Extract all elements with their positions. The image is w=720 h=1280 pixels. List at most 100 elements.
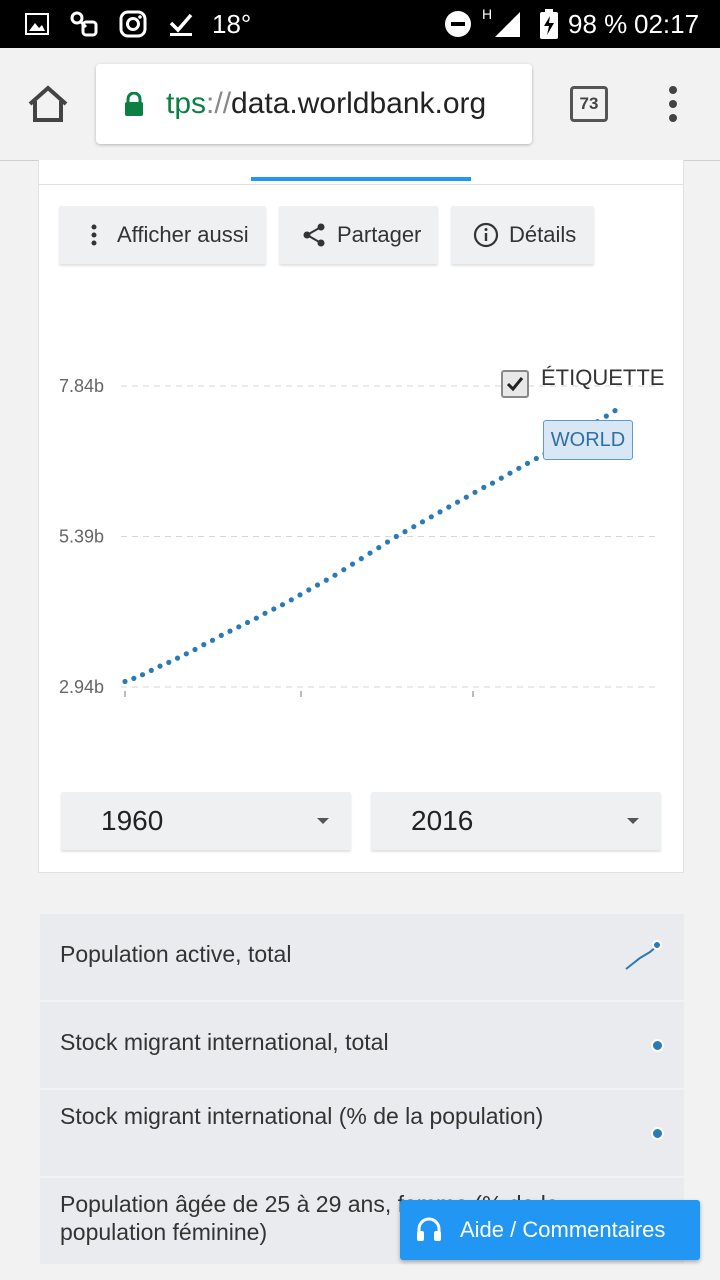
data-point [314,582,321,588]
tab-switcher-button[interactable]: 73 [570,86,608,122]
active-tab-indicator [251,177,471,181]
data-point [472,489,478,495]
data-point [489,480,496,486]
data-point [358,556,364,562]
data-point [244,619,251,626]
data-point [262,610,268,616]
y-tick-label: 2.94b [59,677,104,697]
data-point [297,592,303,598]
help-feedback-button[interactable]: Aide / Commentaires [400,1200,700,1260]
data-point [306,587,312,593]
data-point [411,524,417,530]
end-year-value: 2016 [411,805,474,836]
data-point [271,606,277,612]
show-also-button[interactable]: Afficher aussi [59,206,266,264]
list-item[interactable]: Stock migrant international (% de la pop… [40,1090,684,1176]
url-bar[interactable]: tps://data.worldbank.org [96,64,532,144]
end-year-select[interactable]: 2016 [371,792,661,850]
dot-icon [651,1127,664,1140]
data-point [367,550,373,556]
data-point [428,514,434,520]
data-point [227,628,233,634]
data-point [122,678,128,685]
dropdown-caret-icon [627,818,639,824]
dot-icon [651,1039,664,1052]
start-year-select[interactable]: 1960 [61,792,351,850]
clock: 02:17 [634,9,700,39]
data-point [279,602,286,608]
network-type: H [482,6,493,22]
lock-icon [124,91,144,116]
data-point [516,465,522,471]
data-point [393,533,399,540]
data-point [446,504,452,510]
download-done-icon [166,10,196,38]
data-point [288,597,294,603]
info-icon [469,220,503,250]
start-year-value: 1960 [101,805,164,836]
data-point [253,615,259,621]
chart-card: Afficher aussi Partager Détails 7.84b 5.3… [38,160,684,873]
browser-menu-icon[interactable] [668,86,678,122]
data-point [437,509,443,515]
indicator-label: Stock migrant international (% de la pop… [60,1103,544,1129]
details-button[interactable]: Détails [451,206,594,264]
data-point [463,494,469,500]
data-point [341,567,347,573]
label-checkbox[interactable] [501,370,529,398]
instagram-icon [118,10,148,38]
battery-level: 98 % [568,9,628,39]
indicator-label: Population active, total [60,941,292,967]
data-point [218,632,224,638]
data-point [131,675,137,681]
list-item[interactable]: Stock migrant international, total [40,1002,684,1088]
status-bar: 18° H 98 % 02:17 [0,0,720,48]
url-text: tps://data.worldbank.org [166,87,487,120]
headset-icon [417,1217,441,1241]
y-tick-label: 7.84b [59,376,104,396]
signal-icon [492,10,522,38]
data-point [201,642,207,648]
data-point [236,624,242,630]
y-tick-label: 5.39b [59,527,104,547]
data-point [507,470,513,476]
temperature: 18° [212,9,252,39]
data-point [419,519,426,525]
share-icon [297,220,331,250]
details-label: Détails [509,222,577,247]
sparkline-icon [625,940,662,970]
data-point [139,672,146,678]
data-point [454,499,461,505]
link-icon [68,10,100,38]
indicator-label: Stock migrant international, total [60,1029,389,1055]
label-toggle[interactable]: ÉTIQUETTE [501,358,664,398]
data-point [166,659,172,665]
data-point [603,413,609,419]
label-toggle-text: ÉTIQUETTE [541,365,665,390]
share-label: Partager [337,222,422,247]
do-not-disturb-icon [444,10,472,38]
show-also-label: Afficher aussi [117,222,249,247]
data-point [533,455,539,462]
home-icon[interactable] [26,84,70,124]
battery-charging-icon [538,9,560,39]
data-point [376,545,382,551]
help-feedback-label: Aide / Commentaires [460,1217,666,1242]
data-point [174,655,181,661]
data-point [384,539,391,545]
list-item[interactable]: Population active, total [40,914,684,1000]
data-point [612,408,618,414]
data-point [349,561,356,567]
data-point [402,529,408,535]
dropdown-caret-icon [317,818,329,824]
data-point [481,484,487,490]
data-point [524,460,531,466]
browser-toolbar: tps://data.worldbank.org 73 [0,48,720,161]
data-point [157,663,163,669]
share-button[interactable]: Partager [279,206,438,264]
data-point [209,637,216,643]
data-point [183,651,189,657]
data-point [192,646,198,653]
series-label-world: WORLD [543,420,633,460]
more-vert-icon [77,220,111,250]
